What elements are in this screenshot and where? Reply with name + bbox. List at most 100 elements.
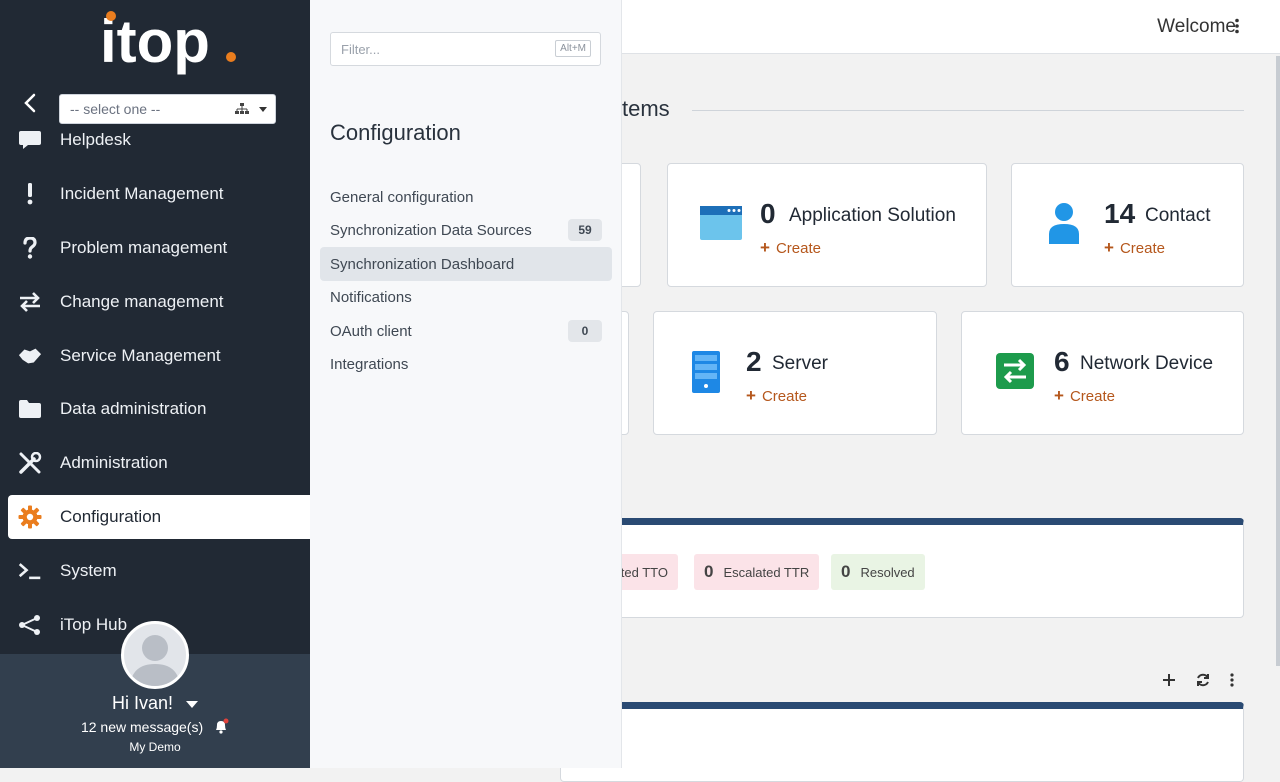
share-icon <box>18 614 42 636</box>
speech-bubble-icon <box>18 129 42 151</box>
flyout-item-label: Integrations <box>330 355 409 373</box>
flyout-item-label: Notifications <box>330 288 412 306</box>
status-chip-escalated-ttr[interactable]: 0 Escalated TTR <box>694 554 820 590</box>
create-network-device-link[interactable]: + Create <box>1054 386 1115 406</box>
menu-system[interactable]: System <box>0 549 310 593</box>
organization-select-value: -- select one -- <box>70 101 161 117</box>
question-icon <box>18 237 42 259</box>
chip-label: ted TTO <box>620 564 668 580</box>
dashlet-contact[interactable]: 14 Contact + Create <box>1011 163 1244 287</box>
flyout-title: Configuration <box>330 120 461 145</box>
create-label: Create <box>761 388 807 405</box>
list-panel <box>560 702 1244 782</box>
exclamation-icon <box>18 183 42 205</box>
kebab-menu-icon[interactable] <box>1234 18 1240 39</box>
filter-placeholder: Filter... <box>341 42 381 57</box>
plus-icon: + <box>1054 386 1064 405</box>
create-label: Create <box>1119 240 1165 257</box>
dashlet-class-name[interactable]: Application Solution <box>789 205 956 227</box>
svg-text:itop: itop <box>100 10 210 75</box>
flyout-item-notifications[interactable]: Notifications <box>320 280 612 314</box>
plus-icon: + <box>1104 238 1114 257</box>
menu-administration[interactable]: Administration <box>0 441 310 485</box>
chip-label: Resolved <box>860 564 915 580</box>
section-divider <box>692 110 1244 111</box>
add-icon[interactable] <box>1162 673 1176 692</box>
server-icon <box>692 351 720 398</box>
messages-count: 12 new message(s) <box>80 719 204 735</box>
avatar[interactable] <box>121 621 189 689</box>
bell-icon <box>213 718 229 737</box>
dashlet-count: 14 <box>1104 198 1136 229</box>
sidebar: itop -- select one -- Helpdesk Incident … <box>0 0 310 768</box>
tools-icon <box>18 452 42 474</box>
menu-label: Change management <box>60 292 224 311</box>
dashlet-application-solution[interactable]: 0 Application Solution + Create <box>667 163 987 287</box>
keyboard-shortcut-badge: Alt+M <box>555 40 591 57</box>
page-scrollbar[interactable] <box>1276 56 1280 666</box>
chip-count: 0 <box>704 562 714 581</box>
plus-icon: + <box>760 238 770 257</box>
menu-data-administration[interactable]: Data administration <box>0 387 310 431</box>
user-greeting: Hi Ivan! <box>111 693 173 713</box>
chip-count: 0 <box>841 562 851 581</box>
flyout-item-integrations[interactable]: Integrations <box>320 347 612 381</box>
caret-down-icon <box>186 700 199 708</box>
count-badge: 0 <box>568 320 602 342</box>
menu-problem-management[interactable]: Problem management <box>0 226 310 270</box>
dashlet-count: 0 <box>760 198 776 229</box>
menu-label: Data administration <box>60 399 207 418</box>
hierarchy-icon[interactable] <box>235 102 249 118</box>
dashboard-section-title: tems <box>622 96 670 121</box>
flyout-item-synchronization-data-sources[interactable]: Synchronization Data Sources 59 <box>320 213 612 247</box>
refresh-icon[interactable] <box>1196 673 1210 692</box>
create-server-link[interactable]: + Create <box>746 386 807 406</box>
create-label: Create <box>775 240 821 257</box>
menu-label: Helpdesk <box>60 130 131 149</box>
menu-change-management[interactable]: Change management <box>0 280 310 324</box>
welcome-text: Welcome <box>1157 16 1236 37</box>
menu-label: Configuration <box>60 507 162 526</box>
user-menu-toggle[interactable]: Hi Ivan! <box>0 693 310 714</box>
flyout-item-general-configuration[interactable]: General configuration <box>320 180 612 214</box>
dashlet-class-name[interactable]: Network Device <box>1080 353 1213 375</box>
handshake-icon <box>18 345 42 367</box>
kebab-menu-icon[interactable] <box>1229 673 1235 692</box>
menu-label: Service Management <box>60 346 221 365</box>
dashlet-server[interactable]: 2 Server + Create <box>653 311 937 435</box>
menu-helpdesk[interactable]: Helpdesk <box>0 118 310 162</box>
menu-configuration[interactable]: Configuration <box>8 495 310 539</box>
configuration-flyout: Filter... Alt+M Configuration General co… <box>310 0 622 768</box>
count-badge: 59 <box>568 219 602 241</box>
menu-filter-input[interactable]: Filter... Alt+M <box>330 32 601 66</box>
menu-label: System <box>60 561 117 580</box>
flyout-item-label: Synchronization Dashboard <box>330 255 515 273</box>
person-icon <box>1048 202 1080 249</box>
itop-logo[interactable]: itop <box>100 10 240 80</box>
status-chip-resolved[interactable]: 0 Resolved <box>831 554 925 590</box>
collapse-sidebar-icon[interactable] <box>20 92 42 114</box>
flyout-item-oauth-client[interactable]: OAuth client 0 <box>320 314 612 348</box>
create-application-solution-link[interactable]: + Create <box>760 238 821 258</box>
menu-label: Administration <box>60 453 168 472</box>
flyout-item-label: Synchronization Data Sources <box>330 221 532 239</box>
flyout-item-label: General configuration <box>330 188 474 206</box>
menu-label: Incident Management <box>60 184 224 203</box>
flyout-item-label: OAuth client <box>330 322 412 340</box>
user-organization: My Demo <box>129 740 181 754</box>
create-contact-link[interactable]: + Create <box>1104 238 1165 258</box>
dashlet-network-device[interactable]: 6 Network Device + Create <box>961 311 1244 435</box>
application-window-icon <box>700 206 742 245</box>
user-messages[interactable]: 12 new message(s) <box>0 718 310 737</box>
create-label: Create <box>1069 388 1115 405</box>
folder-icon <box>18 398 42 420</box>
gear-icon <box>18 505 42 529</box>
menu-label: iTop Hub <box>60 615 128 634</box>
terminal-icon <box>18 560 42 582</box>
dashlet-class-name[interactable]: Server <box>772 353 828 375</box>
flyout-item-synchronization-dashboard[interactable]: Synchronization Dashboard <box>320 247 612 281</box>
dashlet-class-name[interactable]: Contact <box>1145 205 1210 227</box>
menu-incident-management[interactable]: Incident Management <box>0 172 310 216</box>
menu-service-management[interactable]: Service Management <box>0 334 310 378</box>
arrows-exchange-icon <box>18 291 42 313</box>
